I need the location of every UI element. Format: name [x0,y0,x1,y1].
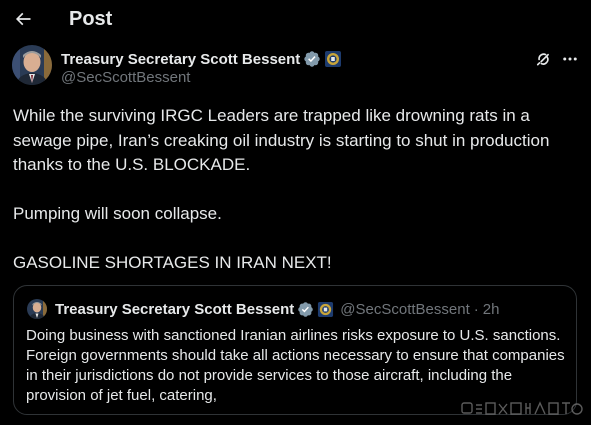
verified-gray-badge-icon [297,301,314,318]
more-button[interactable] [559,49,581,69]
treasury-seal-icon[interactable] [324,50,342,68]
quoted-author-avatar[interactable] [27,299,47,319]
watermark-logo [460,400,585,418]
grok-icon [536,53,549,66]
quoted-tweet-card[interactable]: Treasury Secretary Scott Bessent @SecSco… [13,285,577,415]
quoted-header: Treasury Secretary Scott Bessent @SecSco… [55,299,499,319]
verified-gray-badge-icon[interactable] [303,50,321,68]
quoted-author-name: Treasury Secretary Scott Bessent [55,300,295,318]
author-handle[interactable]: @SecScottBessent [61,69,190,87]
quoted-timestamp[interactable]: 2h [483,301,500,318]
treasury-seal-icon [317,301,334,318]
top-bar: Post [0,0,591,38]
author-name-row: Treasury Secretary Scott Bessent [61,49,342,69]
grok-button[interactable] [533,49,553,69]
tweet-paragraph: GASOLINE SHORTAGES IN IRAN NEXT! [13,253,332,272]
page-title: Post [69,8,113,30]
tweet-text: While the surviving IRGC Leaders are tra… [13,104,583,276]
tweet-paragraph: Pumping will soon collapse. [13,204,222,223]
quoted-tweet-text: Doing business with sanctioned Iranian a… [26,327,569,404]
arrow-left-icon [15,12,31,26]
quoted-author-handle: @SecScottBessent [340,300,470,318]
tweet-paragraph: While the surviving IRGC Leaders are tra… [13,106,550,174]
back-button[interactable] [8,4,38,34]
separator-dot: · [473,300,479,318]
author-name[interactable]: Treasury Secretary Scott Bessent [61,51,300,68]
more-horizontal-icon [563,57,577,61]
author-avatar[interactable] [12,45,52,85]
